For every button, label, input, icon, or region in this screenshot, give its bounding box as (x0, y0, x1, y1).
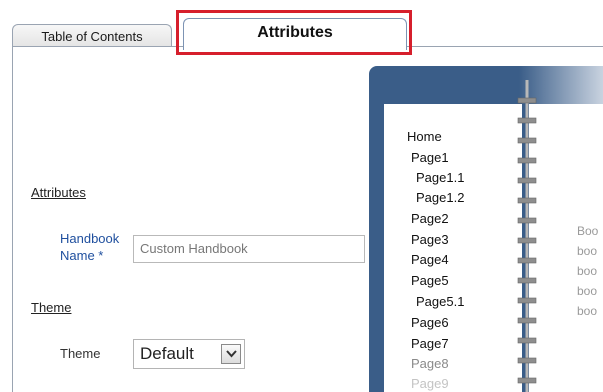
toc-item-page2[interactable]: Page2 (411, 211, 449, 226)
toc-item-page5-1[interactable]: Page5.1 (416, 294, 464, 309)
toc-item-page1[interactable]: Page1 (411, 150, 449, 165)
toc-item-page7[interactable]: Page7 (411, 336, 449, 351)
body-text-line: Boo (577, 224, 599, 238)
tab-toc-label: Table of Contents (41, 29, 143, 44)
toc-item-page9[interactable]: Page9 (411, 376, 449, 391)
handbook-name-field[interactable]: Custom Handbook (133, 235, 365, 263)
handbook-label-line2: Name * (60, 248, 104, 263)
preview-left-page (384, 104, 522, 392)
toc-item-page1-1[interactable]: Page1.1 (416, 170, 464, 185)
tab-table-of-contents[interactable]: Table of Contents (12, 24, 172, 48)
theme-heading: Theme (31, 300, 72, 315)
attributes-heading: Attributes (31, 185, 86, 200)
chevron-down-icon (226, 350, 237, 358)
theme-dropdown-button[interactable] (221, 344, 241, 364)
body-text-line: boo (577, 284, 598, 298)
handbook-label-line1: Handbook (60, 231, 120, 246)
highlight-box (176, 10, 412, 55)
theme-label: Theme (60, 346, 101, 361)
toc-item-page5[interactable]: Page5 (411, 273, 449, 288)
toc-item-page4[interactable]: Page4 (411, 252, 449, 267)
toc-item-page3[interactable]: Page3 (411, 232, 449, 247)
body-text-line: boo (577, 264, 598, 278)
toc-item-page8[interactable]: Page8 (411, 356, 449, 371)
toc-item-home[interactable]: Home (407, 129, 442, 144)
theme-select-value: Default (140, 344, 194, 363)
spiral-binding-icon (517, 80, 537, 392)
toc-item-page6[interactable]: Page6 (411, 315, 449, 330)
theme-select[interactable]: Default (133, 339, 245, 369)
handbook-preview: Home Page1 Page1.1 Page1.2 Page2 Page3 P… (369, 66, 603, 392)
toc-item-page1-2[interactable]: Page1.2 (416, 190, 464, 205)
body-text-line: boo (577, 244, 598, 258)
body-text-line: boo (577, 304, 598, 318)
